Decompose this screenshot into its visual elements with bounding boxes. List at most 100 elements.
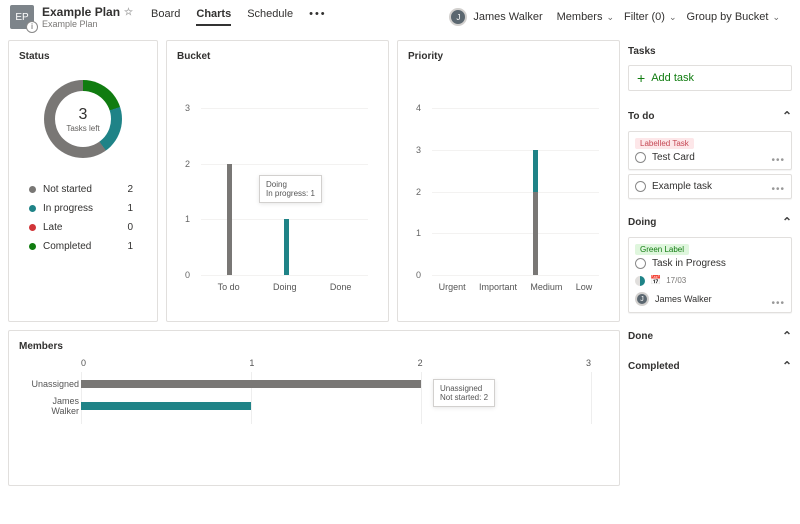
status-donut: 3 Tasks left [44, 80, 122, 158]
chevron-down-icon: ⌃ [782, 329, 792, 343]
top-bar: EP i Example Plan ☆ Example Plan Board C… [0, 0, 800, 34]
legend-dot [29, 205, 36, 212]
x-tick: 3 [586, 358, 591, 368]
current-user[interactable]: J James Walker [449, 8, 542, 26]
chevron-down-icon: ⌃ [782, 359, 792, 373]
info-icon[interactable]: i [26, 21, 38, 33]
legend-dot [29, 243, 36, 250]
x-tick: 1 [249, 358, 254, 368]
task-card[interactable]: Example task••• [628, 174, 792, 199]
y-tick: 0 [185, 270, 190, 280]
content: Status 3 Tasks left Not started 2 In progr… [0, 34, 800, 524]
assignee-row: J James Walker [635, 292, 785, 306]
section-label: To do [628, 111, 654, 122]
more-icon[interactable]: ••• [771, 184, 785, 195]
members-title: Members [19, 341, 609, 352]
legend-label: Not started [43, 184, 127, 195]
due-date: 17/03 [666, 276, 686, 285]
assignee-name: James Walker [655, 294, 712, 304]
bar [227, 108, 232, 275]
section-label: Done [628, 331, 653, 342]
tasks-panel: Tasks + Add task To do ⌃ Labelled Task Te… [628, 40, 792, 518]
y-tick: 2 [185, 159, 190, 169]
complete-circle-icon[interactable] [635, 181, 646, 192]
task-badge: Green Label [635, 244, 689, 255]
more-icon[interactable]: ••• [771, 155, 785, 166]
charts-area: Status 3 Tasks left Not started 2 In progr… [8, 40, 620, 518]
bar [533, 108, 538, 275]
priority-title: Priority [408, 51, 609, 62]
nav-tabs: Board Charts Schedule ••• [151, 8, 327, 26]
user-name: James Walker [473, 11, 542, 23]
status-title: Status [19, 51, 147, 62]
group-menu[interactable]: Group by Bucket ⌄ [687, 11, 780, 23]
x-tick: To do [218, 282, 240, 292]
members-card: Members 0123UnassignedJames Walker Unass… [8, 330, 620, 486]
legend-label: In progress [43, 203, 127, 214]
avatar: J [449, 8, 467, 26]
chevron-up-icon: ⌃ [782, 215, 792, 229]
tooltip-line1: Doing [266, 180, 315, 189]
status-count-label: Tasks left [66, 124, 99, 133]
filter-label: Filter (0) [624, 11, 665, 23]
complete-circle-icon[interactable] [635, 258, 646, 269]
section-done[interactable]: Done ⌃ [628, 329, 792, 343]
legend-dot [29, 224, 36, 231]
calendar-icon: 📅 [650, 275, 661, 286]
task-badge: Labelled Task [635, 138, 694, 149]
section-label: Doing [628, 217, 656, 228]
tab-schedule[interactable]: Schedule [247, 8, 293, 26]
task-card[interactable]: Green Label Task in Progress 📅 17/03 •••… [628, 237, 792, 313]
y-tick: 4 [416, 103, 421, 113]
task-card[interactable]: Labelled Task Test Card ••• [628, 131, 792, 170]
legend-label: Completed [43, 241, 127, 252]
members-menu[interactable]: Members ⌄ [557, 11, 614, 23]
more-icon[interactable]: ••• [309, 8, 327, 26]
task-title: Test Card [652, 152, 695, 163]
y-tick: 0 [416, 270, 421, 280]
section-doing[interactable]: Doing ⌃ [628, 215, 792, 229]
x-tick: Done [330, 282, 352, 292]
x-tick: Medium [530, 282, 562, 292]
status-count: 3 [66, 106, 99, 124]
member-bar-row: James Walker [81, 402, 591, 410]
tab-board[interactable]: Board [151, 8, 180, 26]
x-tick: Doing [273, 282, 297, 292]
avatar: J [635, 292, 649, 306]
tooltip-line2: In progress: 1 [266, 189, 315, 198]
plan-title: Example Plan [42, 5, 120, 19]
section-todo[interactable]: To do ⌃ [628, 109, 792, 123]
tab-charts[interactable]: Charts [196, 8, 231, 26]
tooltip-line2: Not started: 2 [440, 393, 488, 402]
legend-row: Completed1 [29, 241, 147, 252]
plan-icon-text: EP [15, 12, 28, 23]
more-icon[interactable]: ••• [771, 298, 785, 309]
legend-label: Late [43, 222, 127, 233]
x-tick: 2 [418, 358, 423, 368]
members-chart: 0123UnassignedJames Walker [81, 358, 591, 428]
y-tick: 1 [416, 228, 421, 238]
y-tick: 3 [185, 103, 190, 113]
chevron-down-icon: ⌄ [669, 12, 677, 23]
filter-menu[interactable]: Filter (0) ⌄ [624, 11, 677, 23]
group-label: Group by Bucket [687, 11, 769, 23]
priority-card: Priority 01234 UrgentImportantMediumLow [397, 40, 620, 322]
x-tick: Low [576, 282, 593, 292]
legend-row: Late0 [29, 222, 147, 233]
add-task-label: Add task [651, 72, 694, 84]
chevron-down-icon: ⌄ [606, 12, 614, 23]
priority-x-axis: Urgent Important Medium Low [432, 282, 599, 292]
x-tick: Urgent [439, 282, 466, 292]
tasks-title: Tasks [628, 46, 792, 57]
star-icon[interactable]: ☆ [124, 7, 133, 18]
plan-header: Example Plan ☆ Example Plan [42, 5, 133, 29]
legend-dot [29, 186, 36, 193]
task-title: Task in Progress [652, 258, 726, 269]
bucket-tooltip: Doing In progress: 1 [259, 175, 322, 203]
complete-circle-icon[interactable] [635, 152, 646, 163]
x-tick: Important [479, 282, 517, 292]
add-task-button[interactable]: + Add task [628, 65, 792, 91]
section-completed[interactable]: Completed ⌃ [628, 359, 792, 373]
status-card: Status 3 Tasks left Not started2In progr… [8, 40, 158, 322]
bucket-title: Bucket [177, 51, 378, 62]
